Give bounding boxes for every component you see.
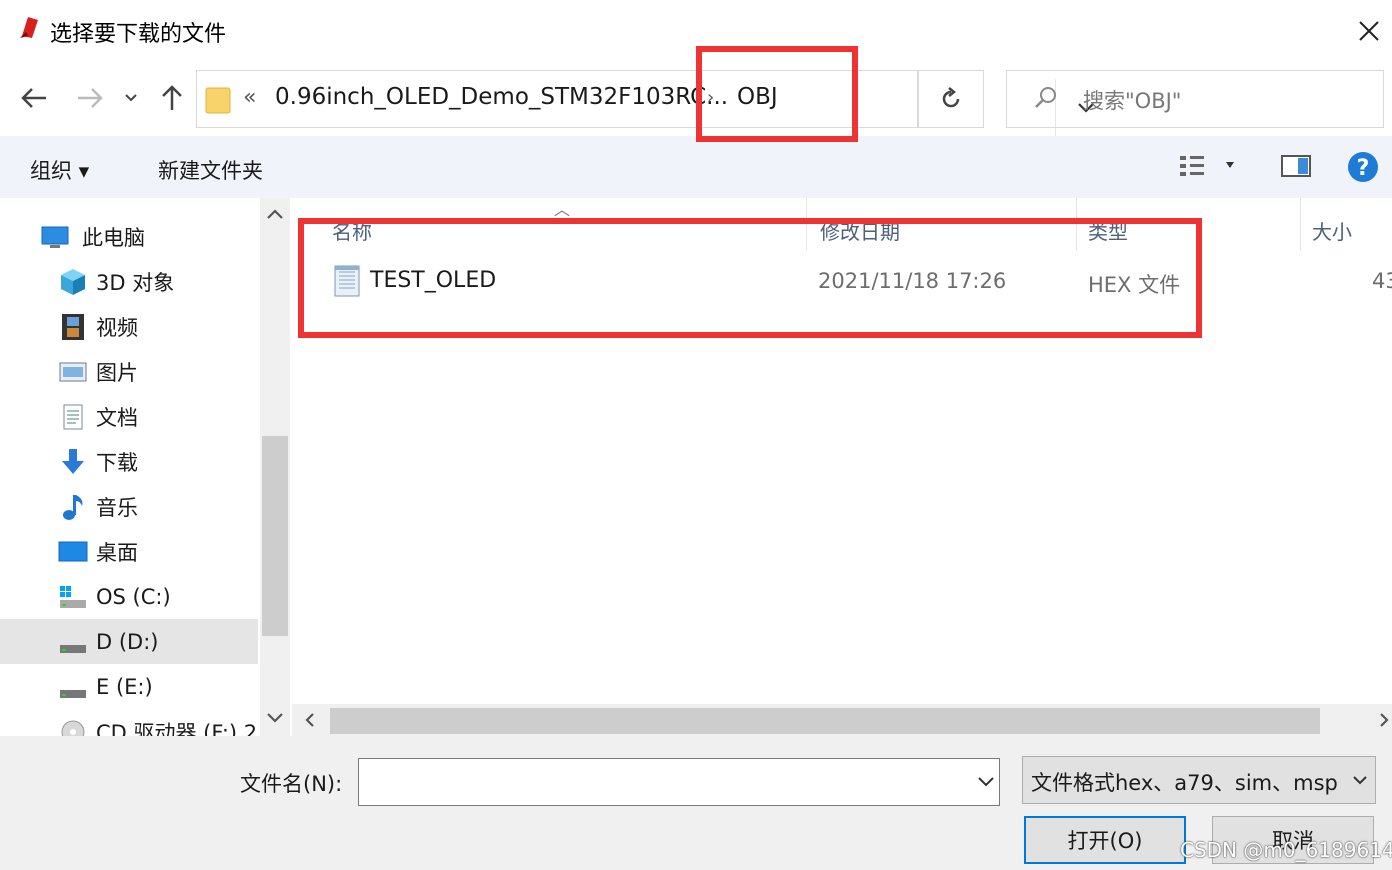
sidebar-scrollbar[interactable] xyxy=(260,198,290,736)
navigation-pane: 此电脑 3D 对象 视频 图片 文档 下载 音乐 桌面 OS (C:) D (D… xyxy=(0,198,292,736)
sidebar-item-e-drive[interactable]: E (E:) xyxy=(0,664,258,709)
sidebar-item-label: 文档 xyxy=(96,405,138,430)
sidebar-item-label: E (E:) xyxy=(96,674,153,699)
refresh-icon xyxy=(942,87,960,108)
arrow-left-icon xyxy=(21,88,46,108)
scroll-left-arrow-icon[interactable] xyxy=(304,712,316,728)
sidebar-item-3d-objects[interactable]: 3D 对象 xyxy=(0,259,258,304)
recent-locations-button[interactable] xyxy=(116,78,146,118)
organize-menu[interactable]: 组织 ▾ xyxy=(30,155,89,185)
search-icon xyxy=(1035,87,1056,108)
sidebar-item-this-pc[interactable]: 此电脑 xyxy=(0,214,258,259)
app-logo-icon xyxy=(20,17,38,38)
cd-drive-icon xyxy=(61,720,85,736)
sort-ascending-icon: ︿ xyxy=(554,200,571,219)
filename-input[interactable] xyxy=(358,758,1000,806)
file-list-scroll-thumb[interactable] xyxy=(330,708,1320,734)
sidebar-item-label: 图片 xyxy=(96,360,138,385)
file-size: 43 xyxy=(1372,269,1392,293)
music-icon xyxy=(63,495,83,520)
drive-icon xyxy=(60,645,86,653)
download-icon xyxy=(62,449,84,474)
filename-label: 文件名(N): xyxy=(240,772,343,796)
pictures-icon xyxy=(59,362,87,382)
arrow-up-icon xyxy=(162,85,182,110)
forward-button[interactable] xyxy=(72,78,108,118)
preview-pane-icon xyxy=(1281,155,1311,177)
close-icon xyxy=(1359,21,1379,41)
help-button[interactable]: ? xyxy=(1346,150,1380,188)
sidebar-item-label: 3D 对象 xyxy=(96,270,175,295)
cube-3d-icon xyxy=(61,269,85,295)
window-title: 选择要下载的文件 xyxy=(50,22,227,47)
sidebar-item-os-c[interactable]: OS (C:) xyxy=(0,574,258,619)
sidebar-item-videos[interactable]: 视频 xyxy=(0,304,258,349)
chevron-down-icon xyxy=(125,94,137,102)
desktop-icon xyxy=(58,541,88,562)
highlight-box-current-folder xyxy=(696,46,858,142)
open-button[interactable]: 打开(O) xyxy=(1024,816,1186,864)
search-box[interactable]: 搜索"OBJ" xyxy=(1006,70,1384,128)
filetype-select[interactable]: 文件格式hex、a79、sim、msp xyxy=(1022,756,1376,804)
new-folder-button[interactable]: 新建文件夹 xyxy=(158,155,263,185)
sidebar-item-d-drive[interactable]: D (D:) xyxy=(0,619,258,664)
sidebar-item-label: 视频 xyxy=(96,315,138,340)
column-divider[interactable] xyxy=(1300,198,1301,250)
file-list-horizontal-scrollbar[interactable] xyxy=(292,704,1392,736)
chevron-down-icon[interactable] xyxy=(977,771,995,791)
scroll-down-arrow-icon[interactable] xyxy=(266,712,284,724)
address-overflow-chevron[interactable]: « xyxy=(243,85,256,110)
sidebar-item-label: 桌面 xyxy=(96,540,138,565)
preview-pane-button[interactable] xyxy=(1280,150,1312,186)
windows-drive-icon xyxy=(60,586,86,608)
refresh-button[interactable] xyxy=(918,70,984,128)
sidebar-item-label: 下载 xyxy=(96,450,138,475)
scroll-right-arrow-icon[interactable] xyxy=(1378,712,1390,728)
chevron-down-icon xyxy=(1353,776,1367,785)
search-input[interactable]: 搜索"OBJ" xyxy=(1083,85,1181,115)
filetype-dropdown-button[interactable] xyxy=(1345,757,1375,803)
highlight-box-file-row xyxy=(298,218,1202,338)
command-toolbar: 组织 ▾ 新建文件夹 ? xyxy=(0,136,1392,198)
breadcrumb-parent[interactable]: 0.96inch_OLED_Demo_STM32F103RC... xyxy=(275,84,728,110)
sidebar-item-desktop[interactable]: 桌面 xyxy=(0,529,258,574)
video-icon xyxy=(62,314,84,340)
arrow-right-icon xyxy=(78,88,103,108)
close-button[interactable] xyxy=(1346,10,1392,52)
sidebar-item-downloads[interactable]: 下载 xyxy=(0,439,258,484)
details-view-icon xyxy=(1180,156,1234,176)
sidebar-scroll-thumb[interactable] xyxy=(262,436,288,636)
sidebar-item-label: 音乐 xyxy=(96,495,138,520)
sidebar-item-pictures[interactable]: 图片 xyxy=(0,349,258,394)
scroll-up-arrow-icon[interactable] xyxy=(266,208,284,220)
computer-icon xyxy=(41,226,69,248)
folder-icon xyxy=(205,87,231,114)
back-button[interactable] xyxy=(16,78,52,118)
sidebar-item-music[interactable]: 音乐 xyxy=(0,484,258,529)
help-icon: ? xyxy=(1348,152,1378,182)
sidebar-item-label: D (D:) xyxy=(96,629,159,654)
sidebar-item-cd-drive[interactable]: CD 驱动器 (F:) 2 xyxy=(0,709,258,736)
documents-icon xyxy=(63,404,83,430)
up-button[interactable] xyxy=(154,78,190,118)
sidebar-item-label: CD 驱动器 (F:) 2 xyxy=(96,720,258,737)
drive-icon xyxy=(60,690,86,698)
filetype-selected: 文件格式hex、a79、sim、msp xyxy=(1031,771,1338,795)
sidebar-item-documents[interactable]: 文档 xyxy=(0,394,258,439)
view-options-button[interactable] xyxy=(1176,150,1246,186)
svg-text:?: ? xyxy=(1357,156,1370,181)
watermark-text: CSDN @m0_61896143 xyxy=(1180,838,1392,862)
sidebar-item-label: OS (C:) xyxy=(96,584,171,609)
column-header-size[interactable]: 大小 xyxy=(1312,216,1352,245)
sidebar-item-label: 此电脑 xyxy=(82,225,145,250)
